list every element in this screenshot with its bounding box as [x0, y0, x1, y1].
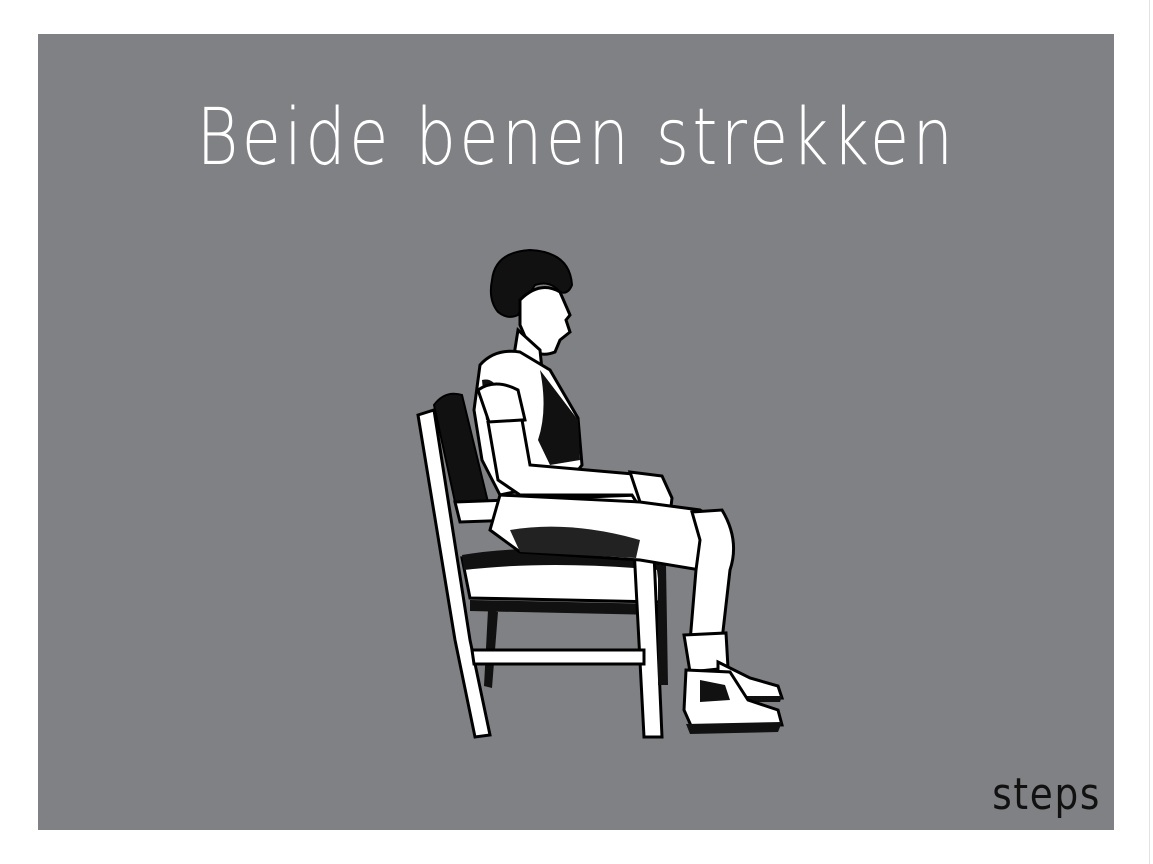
seated-person-illustration	[416, 248, 785, 739]
exercise-title: Beide benen strekken	[196, 93, 957, 183]
page: Beide benen strekken steps	[0, 0, 1153, 864]
brand-logo: steps	[992, 769, 1101, 820]
edge-divider	[1149, 0, 1150, 864]
